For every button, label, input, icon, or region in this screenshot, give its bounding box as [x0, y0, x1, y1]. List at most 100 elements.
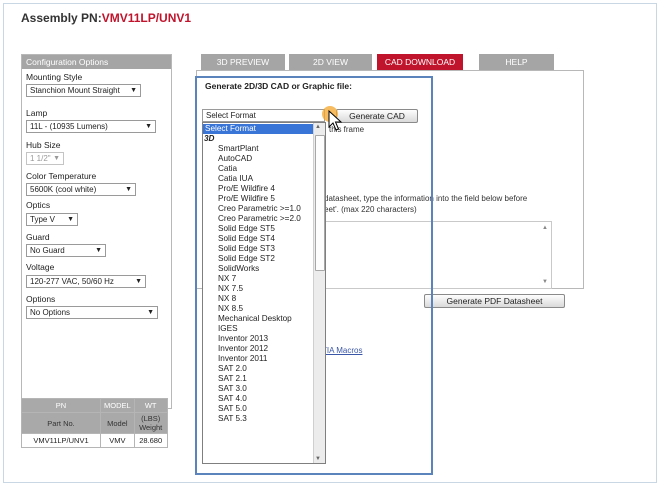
mounting-style-select[interactable]: Stanchion Mount Straight ▼ — [26, 84, 141, 97]
table-subheader-model: Model — [100, 412, 135, 434]
scroll-up-icon[interactable]: ▲ — [542, 225, 548, 231]
dropdown-option[interactable]: AutoCAD — [218, 154, 252, 164]
dropdown-option[interactable]: SmartPlant — [218, 144, 259, 154]
scroll-down-icon[interactable]: ▼ — [542, 279, 548, 285]
datasheet-instructions-line2: eet'. (max 220 characters) — [324, 205, 417, 214]
mounting-style-label: Mounting Style — [26, 72, 83, 82]
dropdown-option[interactable]: SAT 2.1 — [218, 374, 247, 384]
dropdown-option[interactable]: NX 8.5 — [218, 304, 243, 314]
dropdown-option[interactable]: Solid Edge ST2 — [218, 254, 275, 264]
dropdown-option[interactable]: Inventor 2012 — [218, 344, 268, 354]
scroll-down-icon[interactable]: ▼ — [315, 456, 321, 462]
guard-value: No Guard — [30, 246, 65, 255]
guard-label: Guard — [26, 232, 50, 242]
format-dropdown-list[interactable]: Select Format 3D SmartPlant AutoCAD Cati… — [202, 122, 326, 464]
dropdown-option[interactable]: Mechanical Desktop — [218, 314, 292, 324]
table-header-pn: PN — [21, 398, 101, 413]
dropdown-option[interactable]: Solid Edge ST3 — [218, 244, 275, 254]
optics-value: Type V — [30, 215, 55, 224]
mounting-style-value: Stanchion Mount Straight — [30, 86, 120, 95]
cad-heading: Generate 2D/3D CAD or Graphic file: — [205, 81, 352, 91]
part-table: PN MODEL WT Part No. Model (LBS) Weight … — [21, 398, 168, 448]
scrollbar-thumb[interactable] — [315, 135, 325, 271]
dropdown-option[interactable]: Inventor 2011 — [218, 354, 267, 364]
dropdown-option[interactable]: NX 7 — [218, 274, 236, 284]
chevron-down-icon: ▼ — [67, 216, 74, 223]
table-cell-part-no: VMV11LP/UNV1 — [21, 433, 101, 448]
color-temperature-label: Color Temperature — [26, 171, 97, 181]
configuration-panel: Configuration Options Mounting Style Sta… — [21, 54, 172, 409]
table-header-row: PN MODEL WT — [21, 398, 168, 413]
lamp-value: 11L - (10935 Lumens) — [30, 122, 108, 131]
table-header-wt: WT — [133, 398, 168, 413]
chevron-down-icon: ▼ — [135, 278, 142, 285]
color-temperature-value: 5600K (cool white) — [30, 185, 97, 194]
dropdown-option[interactable]: NX 8 — [218, 294, 236, 304]
guard-select[interactable]: No Guard ▼ — [26, 244, 106, 257]
chevron-down-icon: ▼ — [145, 123, 152, 130]
dropdown-option[interactable]: SAT 4.0 — [218, 394, 247, 404]
generate-cad-button[interactable]: Generate CAD — [336, 109, 418, 123]
dropdown-option[interactable]: IGES — [218, 324, 238, 334]
chevron-down-icon: ▼ — [95, 247, 102, 254]
dropdown-option[interactable]: Solid Edge ST4 — [218, 234, 275, 244]
dropdown-option[interactable]: SAT 5.3 — [218, 414, 247, 424]
dropdown-option[interactable]: SAT 3.0 — [218, 384, 247, 394]
voltage-select[interactable]: 120-277 VAC, 50/60 Hz ▼ — [26, 275, 146, 288]
hub-size-label: Hub Size — [26, 140, 61, 150]
table-row: VMV11LP/UNV1 VMV 28.680 — [21, 433, 168, 448]
dropdown-group-3d: 3D — [204, 134, 215, 143]
table-cell-weight: 28.680 — [133, 433, 168, 448]
chevron-down-icon: ▼ — [130, 87, 137, 94]
tab-2d-view[interactable]: 2D VIEW — [289, 54, 372, 70]
dropdown-option[interactable]: SolidWorks — [218, 264, 259, 274]
dropdown-option[interactable]: NX 7.5 — [218, 284, 243, 294]
title-part-number: VMV11LP/UNV1 — [101, 11, 192, 25]
table-subheader-part-no: Part No. — [21, 412, 101, 434]
table-header-model: MODEL — [100, 398, 135, 413]
chevron-down-icon: ▼ — [125, 186, 132, 193]
hub-size-select[interactable]: 1 1/2" ▼ — [26, 152, 64, 165]
tab-help[interactable]: HELP — [479, 54, 554, 70]
color-temperature-select[interactable]: 5600K (cool white) ▼ — [26, 183, 136, 196]
mouse-cursor-icon — [322, 106, 343, 131]
dropdown-scrollbar[interactable]: ▲ ▼ — [313, 123, 325, 463]
format-select-value: Select Format — [206, 111, 256, 120]
options-label: Options — [26, 294, 56, 304]
scroll-up-icon[interactable]: ▲ — [315, 124, 321, 130]
dropdown-option[interactable]: SAT 2.0 — [218, 364, 247, 374]
dropdown-option[interactable]: Creo Parametric >=1.0 — [218, 204, 301, 214]
format-select[interactable]: Select Format — [202, 109, 325, 122]
chevron-down-icon: ▼ — [147, 309, 154, 316]
dropdown-option[interactable]: Solid Edge ST5 — [218, 224, 275, 234]
options-value: No Options — [30, 308, 71, 317]
dropdown-option[interactable]: Inventor 2013 — [218, 334, 268, 344]
voltage-value: 120-277 VAC, 50/60 Hz — [30, 277, 114, 286]
dropdown-option[interactable]: Pro/E Wildfire 4 — [218, 184, 275, 194]
tab-3d-preview[interactable]: 3D PREVIEW — [201, 54, 285, 70]
dropdown-option[interactable]: Catia IUA — [218, 174, 253, 184]
table-cell-model: VMV — [100, 433, 135, 448]
voltage-label: Voltage — [26, 262, 55, 272]
title-prefix: Assembly PN: — [21, 11, 102, 25]
macros-link[interactable]: TIA Macros — [322, 346, 362, 355]
optics-label: Optics — [26, 200, 51, 210]
lamp-label: Lamp — [26, 108, 48, 118]
table-subheader-weight: (LBS) Weight — [133, 412, 168, 434]
datasheet-notes-field[interactable]: ▲ ▼ — [322, 221, 552, 289]
tab-cad-download[interactable]: CAD DOWNLOAD — [377, 54, 463, 70]
dropdown-option[interactable]: SAT 5.0 — [218, 404, 247, 414]
table-subheader-row: Part No. Model (LBS) Weight — [21, 412, 168, 434]
optics-select[interactable]: Type V ▼ — [26, 213, 78, 226]
dropdown-option-select-format[interactable]: Select Format — [203, 124, 314, 134]
generate-pdf-datasheet-button[interactable]: Generate PDF Datasheet — [424, 294, 565, 308]
chevron-down-icon: ▼ — [53, 155, 60, 162]
dropdown-option[interactable]: Pro/E Wildfire 5 — [218, 194, 275, 204]
dropdown-option[interactable]: Creo Parametric >=2.0 — [218, 214, 301, 224]
datasheet-instructions-line1: datasheet, type the information into the… — [324, 194, 528, 203]
configuration-header: Configuration Options — [22, 55, 171, 69]
lamp-select[interactable]: 11L - (10935 Lumens) ▼ — [26, 120, 156, 133]
options-select[interactable]: No Options ▼ — [26, 306, 158, 319]
page-title: Assembly PN:VMV11LP/UNV1 — [21, 11, 191, 25]
dropdown-option[interactable]: Catia — [218, 164, 237, 174]
